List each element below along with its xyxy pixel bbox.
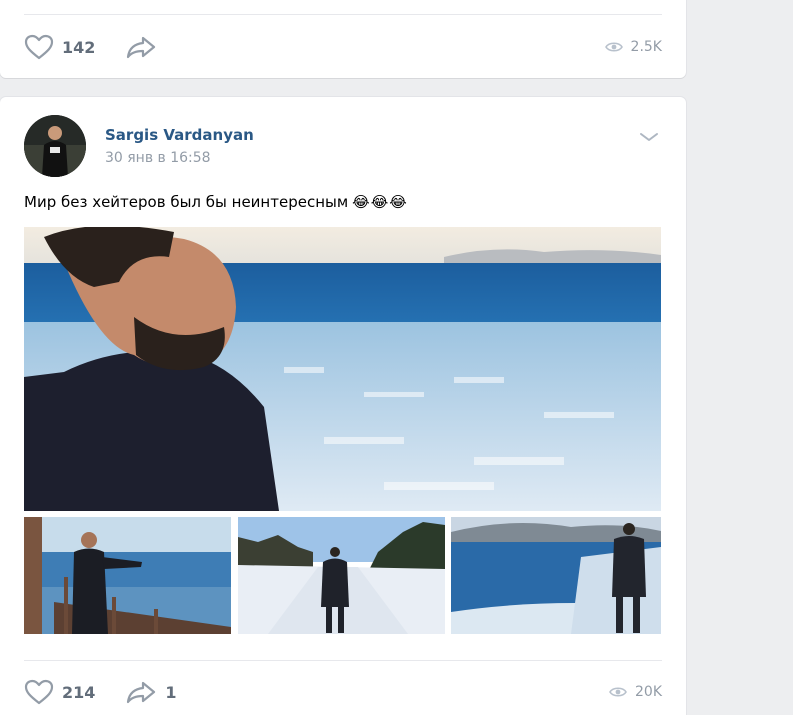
views-count: 20K xyxy=(635,684,662,700)
joy-emoji-icon: 😂 xyxy=(370,193,389,211)
previous-post-card: 142 2.5K xyxy=(0,0,686,78)
post-menu-button[interactable] xyxy=(638,129,660,145)
post-card: Sargis Vardanyan 30 янв в 16:58 Мир без … xyxy=(0,97,686,715)
eye-icon xyxy=(604,42,623,52)
share-arrow-icon xyxy=(127,36,156,59)
post-date-link[interactable]: 30 янв в 16:58 xyxy=(105,150,211,166)
post-photo-thumb[interactable] xyxy=(451,517,661,634)
like-count: 142 xyxy=(62,37,96,57)
views-counter: 20K xyxy=(609,684,662,700)
emoji-group: 😂 😂 😂 xyxy=(352,193,408,211)
post-actions-bar: 214 1 20K xyxy=(24,677,662,707)
post-photo-thumb[interactable] xyxy=(238,517,445,634)
post-photo-main[interactable] xyxy=(24,227,661,511)
like-button[interactable]: 214 xyxy=(24,679,95,705)
post-text-body: Мир без хейтеров был бы неинтересным xyxy=(24,193,349,211)
chevron-down-icon xyxy=(640,133,658,141)
post-divider xyxy=(24,660,662,661)
news-feed: 142 2.5K Sargis Vardanyan 30 янв в 16:58… xyxy=(0,0,686,715)
views-count: 2.5K xyxy=(630,39,662,55)
views-counter: 2.5K xyxy=(604,39,662,55)
post-divider xyxy=(24,14,662,15)
post-text: Мир без хейтеров был бы неинтересным 😂 😂… xyxy=(24,193,408,211)
share-arrow-icon xyxy=(127,681,156,704)
right-column xyxy=(716,0,793,715)
share-count: 1 xyxy=(165,682,177,702)
post-photo-thumb[interactable] xyxy=(24,517,231,634)
heart-icon xyxy=(24,679,54,705)
author-avatar[interactable] xyxy=(24,115,86,177)
joy-emoji-icon: 😂 xyxy=(389,193,407,211)
joy-emoji-icon: 😂 xyxy=(352,193,370,211)
like-count: 214 xyxy=(62,682,96,702)
author-name-link[interactable]: Sargis Vardanyan xyxy=(105,126,254,144)
post-actions-bar: 142 2.5K xyxy=(24,32,662,62)
heart-icon xyxy=(24,34,54,60)
share-button[interactable] xyxy=(125,35,157,59)
like-button[interactable]: 142 xyxy=(24,34,95,60)
eye-icon xyxy=(609,687,627,697)
share-button[interactable]: 1 xyxy=(125,680,177,704)
